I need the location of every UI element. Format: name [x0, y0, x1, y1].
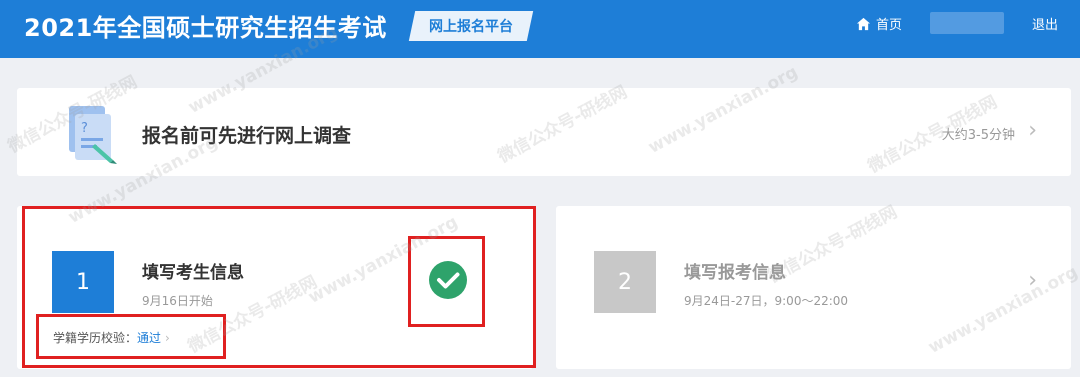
- step-title: 填写考生信息: [142, 263, 244, 283]
- survey-document-icon: ?: [69, 106, 117, 164]
- student-status-verification: 学籍学历校验：通过 ›: [53, 329, 170, 346]
- survey-title: 报名前可先进行网上调查: [142, 125, 352, 147]
- username-redacted: [930, 12, 1004, 34]
- home-link[interactable]: 首页: [856, 14, 902, 33]
- verify-result-link[interactable]: 通过: [137, 331, 161, 345]
- home-icon: [856, 17, 871, 30]
- chevron-right-icon: ›: [1028, 268, 1037, 293]
- top-navbar: 2021年全国硕士研究生招生考试 网上报名平台 首页 退出: [0, 0, 1080, 58]
- step-date: 9月16日开始: [142, 294, 213, 308]
- check-circle-icon: [429, 261, 467, 299]
- step-card-fill-candidate-info[interactable]: 1 填写考生信息 9月16日开始 学籍学历校验：通过 ›: [17, 206, 533, 369]
- chevron-right-icon: ›: [165, 331, 170, 345]
- survey-duration: 大约3-5分钟: [941, 128, 1015, 143]
- step-number-badge: 1: [52, 251, 114, 313]
- chevron-right-icon: ›: [1028, 118, 1037, 143]
- home-link-label: 首页: [876, 18, 903, 33]
- step-date: 9月24日-27日，9:00～22:00: [684, 294, 849, 308]
- platform-tag-label: 网上报名平台: [429, 19, 513, 35]
- step-number-badge: 2: [594, 251, 656, 313]
- step-title: 填写报考信息: [684, 263, 786, 283]
- platform-tag: 网上报名平台: [408, 11, 534, 41]
- verify-label: 学籍学历校验：: [53, 331, 138, 345]
- logout-link[interactable]: 退出: [1032, 14, 1058, 33]
- app-title: 2021年全国硕士研究生招生考试: [24, 14, 387, 42]
- svg-text:?: ?: [81, 121, 88, 136]
- survey-card[interactable]: ? 报名前可先进行网上调查 大约3-5分钟 ›: [17, 88, 1071, 176]
- step-card-fill-application-info[interactable]: 2 填写报考信息 9月24日-27日，9:00～22:00 ›: [556, 206, 1071, 369]
